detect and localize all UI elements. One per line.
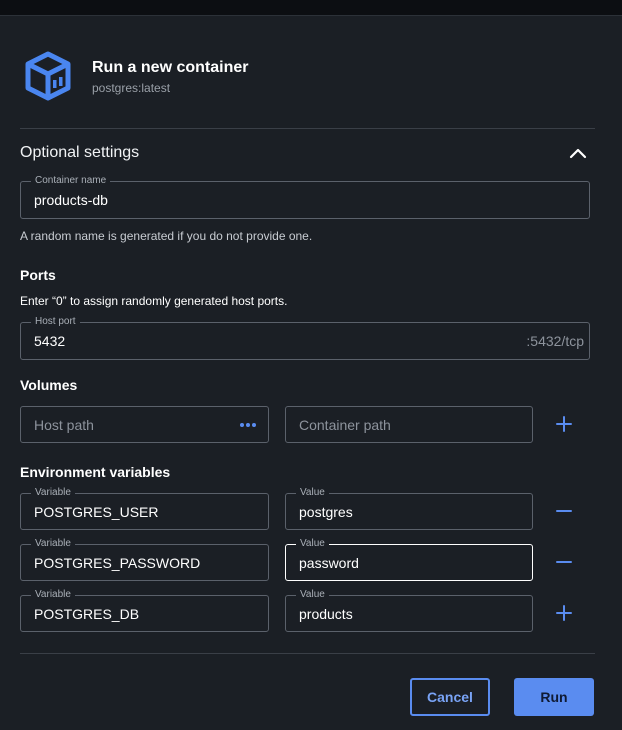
container-path-placeholder: Container path <box>299 416 391 433</box>
host-port-value: 5432 <box>34 333 66 349</box>
docker-container-icon <box>25 51 71 101</box>
ports-help: Enter “0” to assign randomly generated h… <box>20 294 288 308</box>
env-value-field-1[interactable]: Value postgres <box>285 487 533 530</box>
env-variable-field-1[interactable]: Variable POSTGRES_USER <box>20 487 269 530</box>
host-path-input[interactable]: Host path <box>20 406 269 443</box>
add-volume-plus-icon[interactable] <box>552 412 576 436</box>
env-variable-field-3[interactable]: Variable POSTGRES_DB <box>20 589 269 632</box>
remove-env-minus-icon[interactable] <box>552 499 576 523</box>
env-value-field-2[interactable]: Value password <box>285 538 533 581</box>
run-button[interactable]: Run <box>514 678 594 716</box>
container-port-suffix: :5432/tcp <box>526 333 584 349</box>
optional-settings-title: Optional settings <box>20 144 140 161</box>
remove-env-minus-icon[interactable] <box>552 550 576 574</box>
container-name-value: products-db <box>34 192 108 208</box>
env-title: Environment variables <box>20 464 171 480</box>
host-path-placeholder: Host path <box>34 416 94 433</box>
cancel-button[interactable]: Cancel <box>410 678 490 716</box>
header-divider <box>20 128 595 129</box>
image-name: postgres:latest <box>92 81 171 95</box>
ports-title: Ports <box>20 267 56 283</box>
env-value-value: password <box>299 554 359 571</box>
chevron-up-icon[interactable] <box>566 143 590 163</box>
env-value-value: postgres <box>299 503 353 520</box>
container-name-help: A random name is generated if you do not… <box>20 229 313 243</box>
env-variable-value: POSTGRES_PASSWORD <box>34 554 201 571</box>
browse-dots-icon[interactable] <box>238 407 256 442</box>
volumes-title: Volumes <box>20 377 78 393</box>
container-name-field[interactable]: Container name products-db <box>20 175 590 219</box>
window-top-bar <box>0 0 622 16</box>
add-env-plus-icon[interactable] <box>552 601 576 625</box>
host-port-field[interactable]: Host port 5432 :5432/tcp <box>20 316 590 360</box>
env-variable-value: POSTGRES_DB <box>34 605 140 622</box>
env-value-field-3[interactable]: Value products <box>285 589 533 632</box>
env-variable-field-2[interactable]: Variable POSTGRES_PASSWORD <box>20 538 269 581</box>
env-value-value: products <box>299 605 353 622</box>
footer-divider <box>20 653 595 654</box>
env-variable-value: POSTGRES_USER <box>34 503 159 520</box>
dialog-title: Run a new container <box>92 59 249 76</box>
container-path-input[interactable]: Container path <box>285 406 533 443</box>
